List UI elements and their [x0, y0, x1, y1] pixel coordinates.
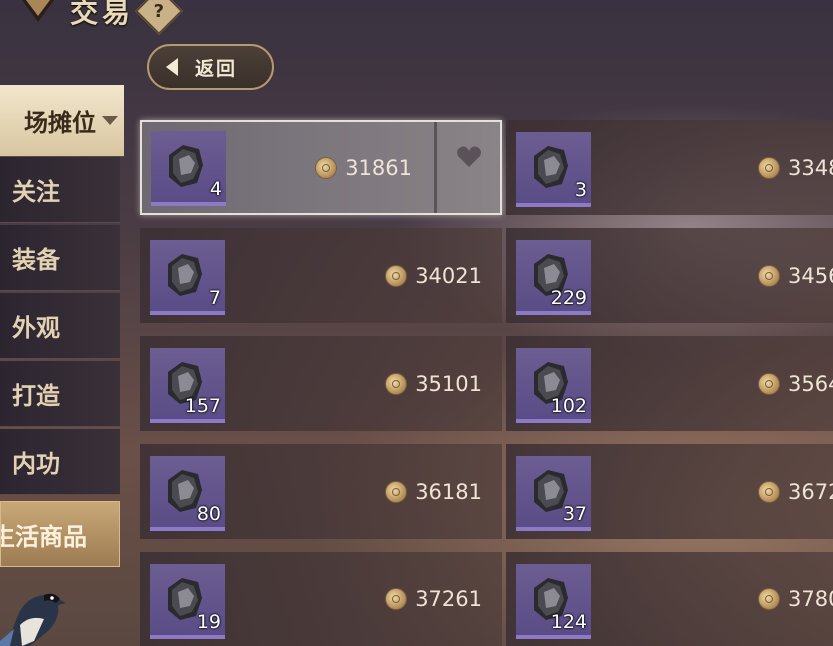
item-price: 36181: [385, 444, 482, 539]
sidebar-item-label: 外观: [12, 313, 60, 342]
listing-card[interactable]: 102 3564: [506, 336, 833, 431]
listing-card[interactable]: 19 37261: [140, 552, 502, 646]
category-sidebar: 场摊位 关注 装备 外观 打造 内功 生活商品: [0, 85, 124, 646]
item-slot[interactable]: 229: [516, 240, 591, 315]
sidebar-item-follow[interactable]: 关注: [0, 157, 120, 223]
caret-left-icon: [159, 54, 185, 80]
coin-icon: [315, 156, 338, 179]
listing-card[interactable]: 124 3780: [506, 552, 833, 646]
item-quantity: 19: [196, 611, 221, 633]
listing-card[interactable]: 229 3456: [506, 228, 833, 323]
item-quantity: 124: [550, 611, 587, 633]
price-value: 37261: [415, 587, 482, 611]
magpie-decoration-icon: [0, 593, 66, 646]
sidebar-item-label: 装备: [12, 245, 60, 274]
coin-icon: [758, 264, 780, 287]
sidebar-item-label: 生活商品: [0, 521, 87, 551]
coin-icon: [758, 480, 780, 503]
background: [0, 0, 833, 646]
sidebar-item-label: 内功: [12, 449, 60, 478]
iron-ore-icon: [534, 146, 568, 188]
item-quantity: 3: [574, 179, 587, 201]
coin-icon: [385, 264, 408, 287]
item-quantity: 102: [550, 395, 587, 417]
back-button[interactable]: 返回: [147, 44, 274, 90]
iron-ore-icon: [168, 254, 202, 296]
sidebar-item-label: 打造: [12, 381, 60, 410]
item-quantity: 229: [550, 287, 587, 309]
header: 交易 ?: [10, 0, 184, 36]
sidebar-item-crafting[interactable]: 打造: [0, 361, 120, 427]
item-price: 3564: [758, 336, 833, 431]
sidebar-item-market-stall[interactable]: 场摊位: [0, 85, 124, 157]
item-price: 37261: [385, 552, 482, 646]
item-slot[interactable]: 19: [150, 564, 225, 639]
item-price: 3672: [758, 444, 833, 539]
coin-icon: [758, 588, 780, 610]
price-value: 35101: [415, 371, 482, 396]
coin-icon: [385, 372, 408, 395]
price-value: 31861: [345, 155, 412, 180]
item-slot[interactable]: 7: [150, 240, 225, 315]
listing-card[interactable]: 80 36181: [140, 444, 502, 539]
sidebar-item-equipment[interactable]: 装备: [0, 225, 120, 291]
heart-icon: [456, 146, 481, 167]
price-value: 3348: [788, 155, 833, 180]
item-quantity: 157: [184, 395, 221, 417]
sidebar-item-inner-skill[interactable]: 内功: [0, 429, 120, 495]
sidebar-item-life-goods[interactable]: 生活商品: [0, 501, 120, 567]
price-value: 34021: [415, 263, 482, 288]
item-price: 35101: [385, 336, 482, 431]
item-price: 34021: [385, 228, 482, 323]
coin-icon: [385, 480, 408, 503]
price-value: 36181: [415, 479, 482, 504]
item-price: 3780: [758, 552, 833, 646]
item-slot[interactable]: 37: [516, 456, 591, 531]
item-quantity: 37: [562, 503, 587, 525]
item-quantity: 4: [209, 178, 222, 200]
sidebar-item-appearance[interactable]: 外观: [0, 293, 120, 359]
listing-card[interactable]: 37 3672: [506, 444, 833, 539]
sidebar-item-label: 关注: [12, 177, 60, 206]
listing-card[interactable]: 4 31861: [140, 120, 502, 215]
item-slot[interactable]: 157: [150, 348, 225, 423]
item-price: 31861: [315, 122, 412, 213]
listing-card[interactable]: 157 35101: [140, 336, 502, 431]
price-value: 3564: [788, 371, 833, 396]
chevron-down-icon: [102, 116, 118, 125]
coin-icon: [385, 588, 408, 610]
price-value: 3780: [788, 587, 833, 611]
item-price: 3456: [758, 228, 833, 323]
trade-emblem-icon: [10, 0, 62, 30]
item-slot[interactable]: 102: [516, 348, 591, 423]
favorite-button[interactable]: [434, 122, 500, 213]
item-quantity: 80: [196, 503, 221, 525]
item-slot[interactable]: 3: [516, 132, 591, 207]
question-diamond-icon[interactable]: ?: [134, 0, 184, 36]
item-price: 3348: [758, 120, 833, 215]
back-button-label: 返回: [195, 57, 238, 80]
item-slot[interactable]: 124: [516, 564, 591, 639]
item-slot[interactable]: 80: [150, 456, 225, 531]
listing-card[interactable]: 3 3348: [506, 120, 833, 215]
item-quantity: 7: [208, 287, 221, 309]
sidebar-item-label: 场摊位: [24, 108, 96, 137]
coin-icon: [758, 156, 780, 179]
iron-ore-icon: [169, 145, 203, 187]
coin-icon: [758, 372, 780, 395]
listing-card[interactable]: 7 34021: [140, 228, 502, 323]
price-value: 3456: [788, 263, 833, 288]
price-value: 3672: [788, 479, 833, 504]
page-title: 交易: [70, 0, 135, 29]
item-slot[interactable]: 4: [151, 131, 226, 206]
